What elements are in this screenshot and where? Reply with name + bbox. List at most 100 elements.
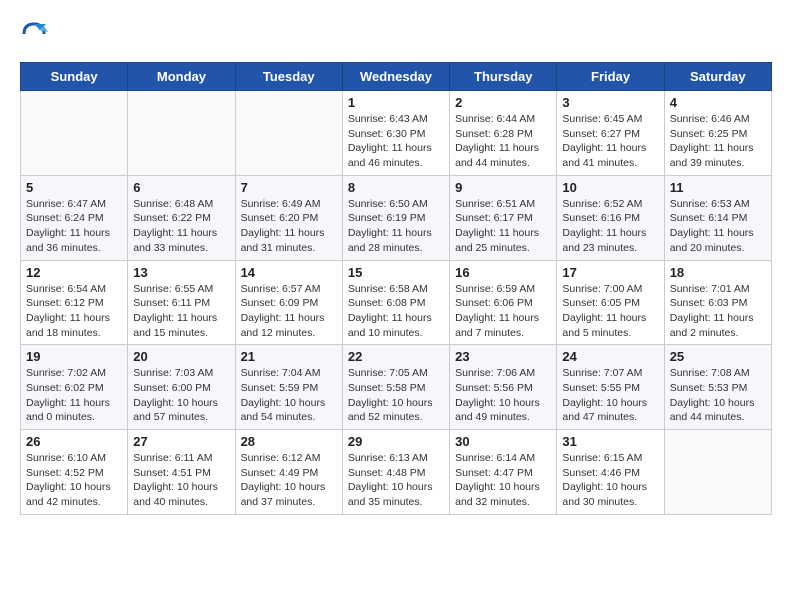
weekday-header-saturday: Saturday [664, 63, 771, 91]
day-info: Sunrise: 6:45 AM Sunset: 6:27 PM Dayligh… [562, 112, 658, 171]
logo [20, 20, 52, 48]
day-cell: 23Sunrise: 7:06 AM Sunset: 5:56 PM Dayli… [450, 345, 557, 430]
day-info: Sunrise: 7:04 AM Sunset: 5:59 PM Dayligh… [241, 366, 337, 425]
day-info: Sunrise: 7:03 AM Sunset: 6:00 PM Dayligh… [133, 366, 229, 425]
day-info: Sunrise: 6:11 AM Sunset: 4:51 PM Dayligh… [133, 451, 229, 510]
day-number: 16 [455, 265, 551, 280]
weekday-header-thursday: Thursday [450, 63, 557, 91]
day-cell: 26Sunrise: 6:10 AM Sunset: 4:52 PM Dayli… [21, 430, 128, 515]
day-number: 21 [241, 349, 337, 364]
day-number: 2 [455, 95, 551, 110]
day-cell: 30 Sunrise: 6:14 AM Sunset: 4:47 PM Dayli… [450, 430, 557, 515]
day-cell: 16 Sunrise: 6:59 AM Sunset: 6:06 PM Dayli… [450, 260, 557, 345]
day-info: Sunrise: 6:52 AM Sunset: 6:16 PM Dayligh… [562, 197, 658, 256]
day-info: Sunrise: 7:00 AM Sunset: 6:05 PM Dayligh… [562, 282, 658, 341]
weekday-header-tuesday: Tuesday [235, 63, 342, 91]
day-number: 31 [562, 434, 658, 449]
day-number: 12 [26, 265, 122, 280]
day-info: Sunrise: 6:55 AM Sunset: 6:11 PM Dayligh… [133, 282, 229, 341]
week-row-0: 1 Sunrise: 6:43 AM Sunset: 6:30 PM Daylig… [21, 91, 772, 176]
week-row-2: 12 Sunrise: 6:54 AM Sunset: 6:12 PM Dayli… [21, 260, 772, 345]
day-info: Sunrise: 6:44 AM Sunset: 6:28 PM Dayligh… [455, 112, 551, 171]
day-number: 13 [133, 265, 229, 280]
weekday-header-friday: Friday [557, 63, 664, 91]
day-info: Sunrise: 6:48 AM Sunset: 6:22 PM Dayligh… [133, 197, 229, 256]
day-cell: 31 Sunrise: 6:15 AM Sunset: 4:46 PM Dayli… [557, 430, 664, 515]
day-info: Sunrise: 6:47 AM Sunset: 6:24 PM Dayligh… [26, 197, 122, 256]
day-info: Sunrise: 6:51 AM Sunset: 6:17 PM Dayligh… [455, 197, 551, 256]
day-info: Sunrise: 6:50 AM Sunset: 6:19 PM Dayligh… [348, 197, 444, 256]
day-info: Sunrise: 7:07 AM Sunset: 5:55 PM Dayligh… [562, 366, 658, 425]
calendar-header: SundayMondayTuesdayWednesdayThursdayFrid… [21, 63, 772, 91]
day-number: 30 [455, 434, 551, 449]
day-info: Sunrise: 6:53 AM Sunset: 6:14 PM Dayligh… [670, 197, 766, 256]
day-cell: 27 Sunrise: 6:11 AM Sunset: 4:51 PM Dayli… [128, 430, 235, 515]
day-cell [128, 91, 235, 176]
day-cell: 14 Sunrise: 6:57 AM Sunset: 6:09 PM Dayli… [235, 260, 342, 345]
day-info: Sunrise: 6:58 AM Sunset: 6:08 PM Dayligh… [348, 282, 444, 341]
day-cell: 18 Sunrise: 7:01 AM Sunset: 6:03 PM Dayli… [664, 260, 771, 345]
day-number: 18 [670, 265, 766, 280]
day-number: 10 [562, 180, 658, 195]
day-info: Sunrise: 6:49 AM Sunset: 6:20 PM Dayligh… [241, 197, 337, 256]
day-info: Sunrise: 6:46 AM Sunset: 6:25 PM Dayligh… [670, 112, 766, 171]
day-info: Sunrise: 6:15 AM Sunset: 4:46 PM Dayligh… [562, 451, 658, 510]
day-number: 19 [26, 349, 122, 364]
day-number: 29 [348, 434, 444, 449]
day-cell: 6 Sunrise: 6:48 AM Sunset: 6:22 PM Daylig… [128, 175, 235, 260]
day-cell: 7 Sunrise: 6:49 AM Sunset: 6:20 PM Daylig… [235, 175, 342, 260]
day-info: Sunrise: 7:01 AM Sunset: 6:03 PM Dayligh… [670, 282, 766, 341]
day-cell: 10 Sunrise: 6:52 AM Sunset: 6:16 PM Dayli… [557, 175, 664, 260]
day-number: 24 [562, 349, 658, 364]
page: SundayMondayTuesdayWednesdayThursdayFrid… [0, 0, 792, 525]
day-cell: 25 Sunrise: 7:08 AM Sunset: 5:53 PM Dayli… [664, 345, 771, 430]
day-cell: 19 Sunrise: 7:02 AM Sunset: 6:02 PM Dayli… [21, 345, 128, 430]
calendar-body: 1 Sunrise: 6:43 AM Sunset: 6:30 PM Daylig… [21, 91, 772, 515]
day-cell: 5 Sunrise: 6:47 AM Sunset: 6:24 PM Daylig… [21, 175, 128, 260]
day-number: 4 [670, 95, 766, 110]
day-cell [664, 430, 771, 515]
day-cell: 11 Sunrise: 6:53 AM Sunset: 6:14 PM Dayli… [664, 175, 771, 260]
day-number: 7 [241, 180, 337, 195]
day-cell: 17 Sunrise: 7:00 AM Sunset: 6:05 PM Dayli… [557, 260, 664, 345]
day-cell: 9 Sunrise: 6:51 AM Sunset: 6:17 PM Daylig… [450, 175, 557, 260]
week-row-1: 5 Sunrise: 6:47 AM Sunset: 6:24 PM Daylig… [21, 175, 772, 260]
week-row-4: 26Sunrise: 6:10 AM Sunset: 4:52 PM Dayli… [21, 430, 772, 515]
day-cell: 12 Sunrise: 6:54 AM Sunset: 6:12 PM Dayli… [21, 260, 128, 345]
week-row-3: 19 Sunrise: 7:02 AM Sunset: 6:02 PM Dayli… [21, 345, 772, 430]
weekday-header-sunday: Sunday [21, 63, 128, 91]
day-number: 5 [26, 180, 122, 195]
day-cell [235, 91, 342, 176]
day-cell: 1 Sunrise: 6:43 AM Sunset: 6:30 PM Daylig… [342, 91, 449, 176]
day-info: Sunrise: 6:43 AM Sunset: 6:30 PM Dayligh… [348, 112, 444, 171]
day-number: 9 [455, 180, 551, 195]
day-info: Sunrise: 6:14 AM Sunset: 4:47 PM Dayligh… [455, 451, 551, 510]
logo-icon [20, 20, 48, 48]
day-info: Sunrise: 7:08 AM Sunset: 5:53 PM Dayligh… [670, 366, 766, 425]
day-number: 25 [670, 349, 766, 364]
day-number: 11 [670, 180, 766, 195]
day-number: 14 [241, 265, 337, 280]
day-cell [21, 91, 128, 176]
day-info: Sunrise: 6:59 AM Sunset: 6:06 PM Dayligh… [455, 282, 551, 341]
day-cell: 24 Sunrise: 7:07 AM Sunset: 5:55 PM Dayli… [557, 345, 664, 430]
weekday-header-monday: Monday [128, 63, 235, 91]
day-cell: 28Sunrise: 6:12 AM Sunset: 4:49 PM Dayli… [235, 430, 342, 515]
calendar: SundayMondayTuesdayWednesdayThursdayFrid… [20, 62, 772, 515]
day-number: 1 [348, 95, 444, 110]
day-cell: 21 Sunrise: 7:04 AM Sunset: 5:59 PM Dayli… [235, 345, 342, 430]
day-cell: 4 Sunrise: 6:46 AM Sunset: 6:25 PM Daylig… [664, 91, 771, 176]
day-cell: 29Sunrise: 6:13 AM Sunset: 4:48 PM Dayli… [342, 430, 449, 515]
header [20, 20, 772, 48]
day-cell: 22Sunrise: 7:05 AM Sunset: 5:58 PM Dayli… [342, 345, 449, 430]
day-number: 17 [562, 265, 658, 280]
day-number: 8 [348, 180, 444, 195]
day-number: 27 [133, 434, 229, 449]
day-number: 6 [133, 180, 229, 195]
day-number: 22 [348, 349, 444, 364]
day-cell: 13 Sunrise: 6:55 AM Sunset: 6:11 PM Dayli… [128, 260, 235, 345]
day-info: Sunrise: 6:57 AM Sunset: 6:09 PM Dayligh… [241, 282, 337, 341]
day-info: Sunrise: 6:12 AM Sunset: 4:49 PM Dayligh… [241, 451, 337, 510]
day-info: Sunrise: 6:54 AM Sunset: 6:12 PM Dayligh… [26, 282, 122, 341]
day-info: Sunrise: 7:02 AM Sunset: 6:02 PM Dayligh… [26, 366, 122, 425]
